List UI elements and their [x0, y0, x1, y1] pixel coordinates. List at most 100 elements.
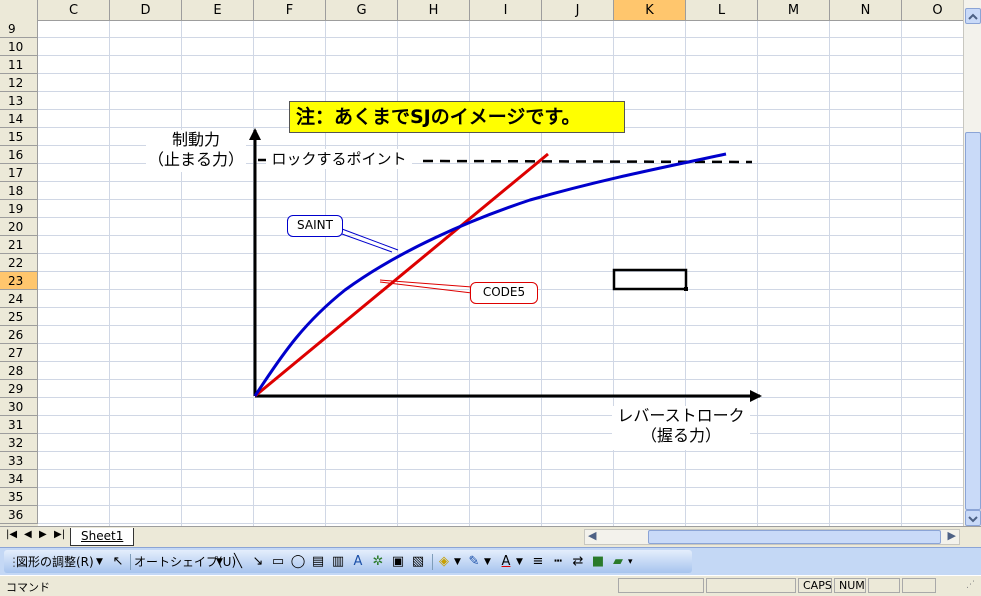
select-all-corner[interactable]	[0, 0, 38, 20]
status-panel-2	[706, 578, 796, 593]
row-header-33[interactable]: 33	[0, 452, 38, 470]
fill-color-icon[interactable]: ◈	[436, 554, 452, 570]
row-header-18[interactable]: 18	[0, 182, 38, 200]
scroll-down-button[interactable]	[965, 510, 981, 526]
grid-lines	[38, 21, 963, 526]
next-sheet-icon[interactable]: ▶	[39, 529, 47, 540]
line-color-icon[interactable]: ✎	[466, 554, 482, 570]
font-color-icon[interactable]: A	[498, 554, 514, 570]
row-header-29[interactable]: 29	[0, 380, 38, 398]
row-header-10[interactable]: 10	[0, 38, 38, 56]
row-header-13[interactable]: 13	[0, 92, 38, 110]
column-header-c[interactable]: C	[38, 0, 110, 20]
row-header-20[interactable]: 20	[0, 218, 38, 236]
column-header-e[interactable]: E	[182, 0, 254, 20]
picture-icon[interactable]: ▧	[410, 554, 426, 570]
column-header-f[interactable]: F	[254, 0, 326, 20]
column-header-g[interactable]: G	[326, 0, 398, 20]
row-header-25[interactable]: 25	[0, 308, 38, 326]
fill-color-dropdown-icon[interactable]: ▼	[454, 553, 461, 571]
row-header-17[interactable]: 17	[0, 164, 38, 182]
3d-style-icon[interactable]: ▰	[610, 554, 626, 570]
column-header-i[interactable]: I	[470, 0, 542, 20]
chevron-up-icon	[968, 13, 978, 20]
textbox-icon[interactable]: ▤	[310, 554, 326, 570]
vertical-scrollbar[interactable]	[963, 0, 981, 526]
clipart-icon[interactable]: ▣	[390, 554, 406, 570]
column-header-k[interactable]: K	[614, 0, 686, 20]
column-header-l[interactable]: L	[686, 0, 758, 20]
excel-window: CDEFGHIJKLMNO 9 10 11 12 13 14 15 16 17 18 19 20 21 2…	[0, 0, 981, 596]
line-icon[interactable]: ╲	[230, 554, 246, 570]
status-panel-1	[618, 578, 704, 593]
oval-icon[interactable]: ◯	[290, 554, 306, 570]
row-header-28[interactable]: 28	[0, 362, 38, 380]
worksheet-grid[interactable]	[38, 21, 963, 526]
resize-grip-icon[interactable]: ⋰	[966, 580, 975, 590]
chevron-left-icon[interactable]: ◀	[588, 529, 596, 542]
toolbar-options-icon[interactable]: ▾	[628, 553, 633, 571]
tab-sheet1[interactable]: Sheet1	[70, 528, 135, 546]
status-panel-5	[868, 578, 900, 593]
row-header-32[interactable]: 32	[0, 434, 38, 452]
scroll-up-button[interactable]	[965, 8, 981, 24]
row-header-19[interactable]: 19	[0, 200, 38, 218]
row-header-30[interactable]: 30	[0, 398, 38, 416]
row-header-26[interactable]: 26	[0, 326, 38, 344]
row-header-27[interactable]: 27	[0, 344, 38, 362]
dash-style-icon[interactable]: ┅	[550, 554, 566, 570]
row-header-23[interactable]: 23	[0, 272, 38, 290]
row-header-34[interactable]: 34	[0, 470, 38, 488]
autoshape-dropdown-icon[interactable]: ▼	[216, 553, 223, 571]
toolbar-separator	[130, 554, 131, 570]
column-header-j[interactable]: J	[542, 0, 614, 20]
horizontal-scroll-thumb[interactable]	[648, 530, 941, 544]
row-header-24[interactable]: 24	[0, 290, 38, 308]
horizontal-scrollbar[interactable]: ◀ ▶	[584, 529, 960, 545]
prev-sheet-icon[interactable]: ◀	[24, 529, 32, 540]
toolbar-separator	[432, 554, 433, 570]
status-caps: CAPS	[798, 578, 832, 593]
arrow-style-icon[interactable]: ⇄	[570, 554, 586, 570]
column-header-n[interactable]: N	[830, 0, 902, 20]
draw-menu-dropdown-icon[interactable]: ▼	[96, 553, 103, 571]
font-color-dropdown-icon[interactable]: ▼	[516, 553, 523, 571]
drawing-toolbar: ⋮ 図形の調整(R) ▼ ↖ オートシェイプ(U) ▼ ╲ ↘ ▭ ◯ ▤ ▥ …	[0, 547, 981, 575]
arrow-icon[interactable]: ↘	[250, 554, 266, 570]
row-header-21[interactable]: 21	[0, 236, 38, 254]
column-header-m[interactable]: M	[758, 0, 830, 20]
line-color-dropdown-icon[interactable]: ▼	[484, 553, 491, 571]
sheet-tab-bar: |◀ ◀ ▶ ▶| Sheet1 ◀ ▶	[0, 526, 981, 547]
row-header-35[interactable]: 35	[0, 488, 38, 506]
column-header: CDEFGHIJKLMNO	[0, 0, 974, 21]
vertical-scroll-thumb[interactable]	[965, 132, 981, 510]
row-header-31[interactable]: 31	[0, 416, 38, 434]
status-num: NUM	[834, 578, 866, 593]
row-header-16[interactable]: 16	[0, 146, 38, 164]
status-bar: コマンド CAPS NUM ⋰	[0, 575, 981, 596]
diagram-icon[interactable]: ✲	[370, 554, 386, 570]
row-header-15[interactable]: 15	[0, 128, 38, 146]
first-sheet-icon[interactable]: |◀	[6, 529, 17, 540]
status-panel-6	[902, 578, 936, 593]
select-objects-icon[interactable]: ↖	[110, 554, 126, 570]
row-header-11[interactable]: 11	[0, 56, 38, 74]
last-sheet-icon[interactable]: ▶|	[54, 529, 65, 540]
chevron-down-icon	[968, 516, 978, 523]
row-header-22[interactable]: 22	[0, 254, 38, 272]
row-header: 9 10 11 12 13 14 15 16 17 18 19 20 21 22 23 24 25 26 27 28 2…	[0, 20, 38, 526]
draw-menu-button[interactable]: 図形の調整(R)	[16, 553, 94, 571]
line-style-icon[interactable]: ≡	[530, 554, 546, 570]
column-header-d[interactable]: D	[110, 0, 182, 20]
shadow-style-icon[interactable]: ■	[590, 554, 606, 570]
row-header-36[interactable]: 36	[0, 506, 38, 524]
rectangle-icon[interactable]: ▭	[270, 554, 286, 570]
column-header-h[interactable]: H	[398, 0, 470, 20]
wordart-icon[interactable]: A	[350, 554, 366, 570]
status-mode: コマンド	[6, 581, 50, 594]
row-header-12[interactable]: 12	[0, 74, 38, 92]
row-header-14[interactable]: 14	[0, 110, 38, 128]
row-header-9[interactable]: 9	[0, 20, 38, 38]
chevron-right-icon[interactable]: ▶	[948, 529, 956, 542]
vertical-textbox-icon[interactable]: ▥	[330, 554, 346, 570]
